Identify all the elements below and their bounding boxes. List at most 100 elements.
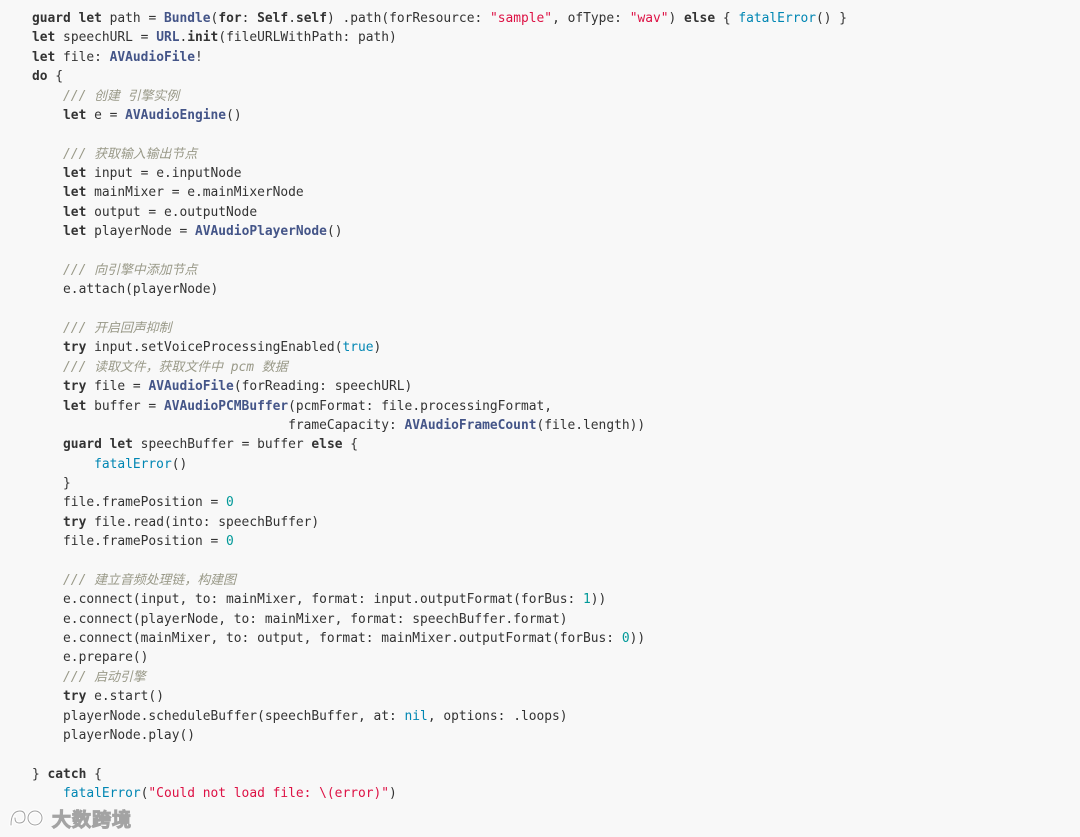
code-token: () bbox=[226, 107, 242, 123]
code-line: let output = e.outputNode bbox=[32, 203, 847, 222]
code-token: file = bbox=[86, 379, 149, 395]
code-line: let playerNode = AVAudioPlayerNode() bbox=[32, 222, 847, 241]
code-token: )) bbox=[590, 592, 607, 608]
code-token: 0 bbox=[226, 495, 234, 511]
code-token: try bbox=[63, 689, 87, 705]
code-token: try bbox=[63, 514, 87, 530]
code-token: Bundle bbox=[163, 11, 211, 26]
code-token: e.prepare() bbox=[32, 650, 149, 666]
code-token: "Could not load file: \(error)" bbox=[148, 786, 390, 801]
code-token: (forReading: speechURL) bbox=[233, 379, 413, 395]
code-token: , ofType: bbox=[552, 11, 630, 26]
code-line: try file = AVAudioFile(forReading: speec… bbox=[32, 377, 847, 396]
code-token: else bbox=[311, 437, 343, 453]
code-token: (fileURLWithPath: path) bbox=[218, 30, 397, 46]
code-token: let bbox=[63, 398, 87, 414]
code-token: try bbox=[63, 340, 87, 356]
code-token: input.setVoiceProcessingEnabled( bbox=[86, 340, 343, 356]
code-token: : bbox=[241, 11, 258, 26]
code-line: file.framePosition = 0 bbox=[32, 493, 847, 512]
code-line: let e = AVAudioEngine() bbox=[32, 106, 847, 125]
code-token: { bbox=[47, 69, 64, 85]
code-token: guard bbox=[63, 437, 102, 453]
code-token: true bbox=[342, 340, 374, 356]
code-token: "sample" bbox=[489, 11, 553, 26]
code-token: speechURL = bbox=[55, 30, 157, 46]
code-token: . bbox=[288, 11, 296, 26]
code-token: ) bbox=[373, 340, 382, 356]
code-line: try file.read(into: speechBuffer) bbox=[32, 513, 847, 532]
code-token: ! bbox=[195, 49, 203, 65]
code-line: e.connect(playerNode, to: mainMixer, for… bbox=[32, 610, 847, 629]
code-token: speechBuffer = buffer bbox=[132, 437, 312, 453]
code-token: /// 创建 引擎实例 bbox=[63, 88, 180, 104]
code-token: file.framePosition = bbox=[32, 534, 227, 550]
code-token: e.attach(playerNode) bbox=[32, 282, 219, 298]
code-line: } catch { bbox=[32, 765, 847, 784]
code-line: try e.start() bbox=[32, 687, 847, 706]
code-screenshot: guard let path = Bundle(for: Self.self) … bbox=[0, 0, 1080, 837]
code-token: file.read(into: speechBuffer) bbox=[86, 514, 320, 530]
code-token: do bbox=[32, 69, 48, 85]
code-token: input = e.inputNode bbox=[86, 166, 242, 181]
code-token: let bbox=[32, 49, 56, 65]
code-token: /// 获取输入输出节点 bbox=[63, 146, 198, 162]
code-line: let speechURL = URL.init(fileURLWithPath… bbox=[32, 28, 847, 47]
code-token: ) bbox=[389, 786, 397, 801]
code-token: fatalError bbox=[63, 786, 141, 801]
code-token: AVAudioFrameCount bbox=[404, 417, 537, 433]
code-line: do { bbox=[32, 67, 847, 86]
code-token: e.start() bbox=[86, 689, 164, 705]
code-token: let bbox=[63, 224, 87, 240]
code-token: let bbox=[63, 185, 87, 201]
code-token: () } bbox=[815, 11, 848, 26]
code-token: /// 开启回声抑制 bbox=[63, 321, 172, 336]
code-token: mainMixer = e.mainMixerNode bbox=[86, 185, 304, 201]
code-token: { bbox=[715, 11, 739, 26]
code-token: AVAudioPCMBuffer bbox=[163, 398, 289, 414]
code-token: e.connect(playerNode, to: mainMixer, for… bbox=[32, 611, 568, 627]
code-token: playerNode.play() bbox=[32, 727, 195, 743]
code-token: AVAudioFile bbox=[148, 379, 234, 395]
code-line: /// 获取输入输出节点 bbox=[32, 145, 847, 164]
code-line: e.connect(mainMixer, to: output, format:… bbox=[32, 629, 847, 648]
code-line: let input = e.inputNode bbox=[32, 164, 847, 183]
code-token: self bbox=[295, 11, 327, 26]
code-token: { bbox=[86, 766, 102, 782]
code-line: playerNode.play() bbox=[32, 726, 847, 745]
code-line: /// 创建 引擎实例 bbox=[32, 87, 847, 106]
code-token: else bbox=[684, 11, 716, 26]
code-token: let bbox=[78, 11, 102, 26]
code-line: /// 启动引擎 bbox=[32, 668, 847, 687]
code-token: e.connect(input, to: mainMixer, format: … bbox=[32, 592, 584, 608]
code-token: /// 读取文件，获取文件中 pcm 数据 bbox=[63, 359, 288, 375]
code-token: "wav" bbox=[629, 11, 669, 26]
code-token: playerNode.scheduleBuffer(speechBuffer, … bbox=[32, 708, 405, 724]
code-line: e.attach(playerNode) bbox=[32, 280, 847, 299]
code-line: e.connect(input, to: mainMixer, format: … bbox=[32, 590, 847, 609]
code-line: let file: AVAudioFile! bbox=[32, 48, 847, 67]
code-token: () bbox=[326, 224, 343, 240]
code-token: Self bbox=[257, 11, 289, 26]
code-token: nil bbox=[404, 708, 428, 724]
code-line: fatalError("Could not load file: \(error… bbox=[32, 784, 847, 803]
code-line: playerNode.scheduleBuffer(speechBuffer, … bbox=[32, 707, 847, 726]
code-token: (pcmFormat: file.processingFormat, bbox=[288, 398, 553, 414]
code-token: e.connect(mainMixer, to: output, format:… bbox=[32, 631, 622, 646]
code-token: () bbox=[171, 456, 188, 472]
